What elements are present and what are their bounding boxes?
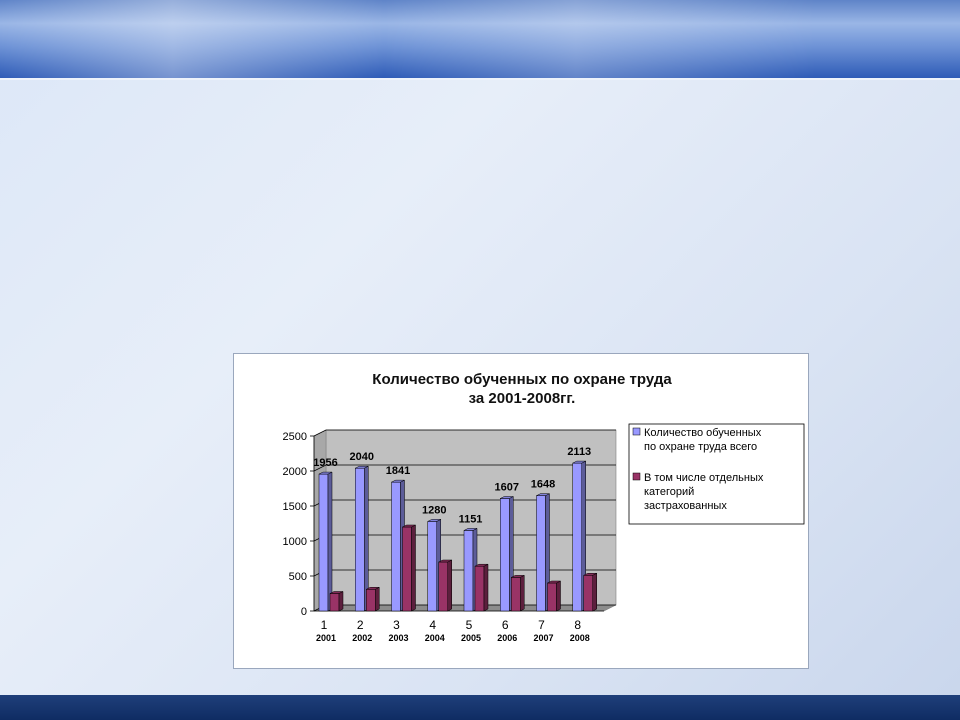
legend-label: В том числе отдельных xyxy=(644,472,764,484)
x-tick-label: 7 xyxy=(538,618,545,632)
legend-label: категорий xyxy=(644,486,694,498)
y-tick-label: 2000 xyxy=(283,466,307,478)
bar-insured xyxy=(547,580,561,612)
x-tick-label: 1 xyxy=(321,618,328,632)
legend-label: застрахованных xyxy=(644,500,727,512)
bar-insured xyxy=(402,524,416,612)
bar-insured xyxy=(583,572,597,612)
legend-swatch xyxy=(632,472,641,481)
data-label: 1280 xyxy=(422,504,446,516)
x-tick-label: 2 xyxy=(357,618,364,632)
x-year-label: 2004 xyxy=(425,633,445,643)
data-label: 1648 xyxy=(531,479,555,491)
y-tick-label: 0 xyxy=(301,606,307,618)
chart-frame: Количество обученных по охране труда за … xyxy=(233,353,809,669)
bar-chart: 0 500 1000 1500 2000 2500 1956 12001 2040 22002 18… xyxy=(283,423,805,643)
y-tick-label: 2500 xyxy=(283,431,307,443)
footer-band xyxy=(0,695,960,720)
data-label: 2040 xyxy=(350,451,374,463)
x-tick-label: 3 xyxy=(393,618,400,632)
x-year-label: 2001 xyxy=(316,633,336,643)
x-tick-label: 5 xyxy=(466,618,473,632)
x-tick-label: 6 xyxy=(502,618,509,632)
y-tick-label: 1500 xyxy=(283,501,307,513)
legend-label: по охране труда всего xyxy=(644,441,757,453)
x-year-label: 2002 xyxy=(352,633,372,643)
bar-insured xyxy=(438,559,452,612)
data-label: 1151 xyxy=(459,513,483,525)
y-tick-label: 1000 xyxy=(283,536,307,548)
x-year-label: 2005 xyxy=(461,633,481,643)
x-year-label: 2008 xyxy=(570,633,590,643)
x-year-label: 2003 xyxy=(388,633,408,643)
data-label: 1841 xyxy=(386,465,410,477)
bar-insured xyxy=(511,574,525,612)
x-tick-label: 8 xyxy=(574,618,581,632)
data-label: 1956 xyxy=(313,457,337,469)
y-tick-label: 500 xyxy=(289,571,307,583)
x-year-label: 2007 xyxy=(533,633,553,643)
bar-insured xyxy=(329,591,344,612)
bar-insured xyxy=(366,586,380,612)
data-label: 2113 xyxy=(567,446,591,458)
bar-insured xyxy=(474,563,489,612)
x-tick-label: 4 xyxy=(429,618,436,632)
data-label: 1607 xyxy=(495,482,519,494)
legend-label: Количество обученных xyxy=(644,427,762,439)
header-band xyxy=(0,0,960,80)
legend-swatch xyxy=(632,427,641,436)
x-year-label: 2006 xyxy=(497,633,517,643)
bar-total xyxy=(318,471,333,612)
